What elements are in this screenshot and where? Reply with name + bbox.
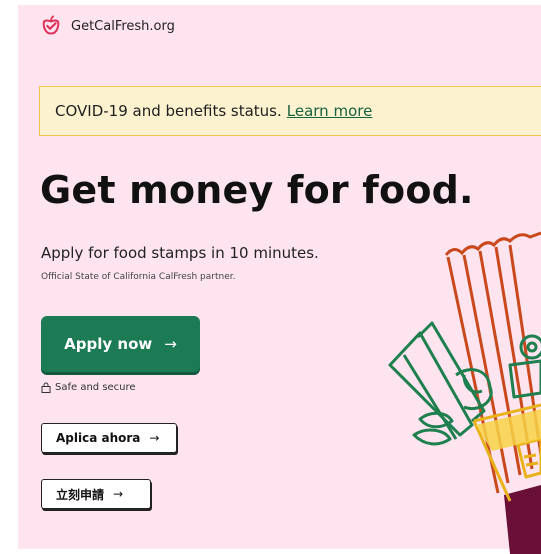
arrow-right-icon: → [113, 487, 124, 501]
apply-now-label: Apply now [64, 335, 153, 353]
safe-and-secure-note: Safe and secure [41, 382, 136, 393]
partner-note: Official State of California CalFresh pa… [41, 272, 236, 282]
hero-subheadline: Apply for food stamps in 10 minutes. [41, 244, 319, 262]
arrow-right-icon: → [164, 335, 177, 353]
notice-text: COVID-19 and benefits status. [55, 102, 282, 120]
page-title: Get money for food. [40, 168, 474, 212]
covid-notice-banner: COVID-19 and benefits status. Learn more [39, 86, 541, 136]
learn-more-link[interactable]: Learn more [287, 102, 373, 120]
apply-spanish-button[interactable]: Aplica ahora → [41, 423, 177, 453]
apply-spanish-label: Aplica ahora [56, 431, 141, 445]
apply-now-button[interactable]: Apply now → [41, 316, 200, 372]
site-name: GetCalFresh.org [71, 18, 175, 34]
arrow-right-icon: → [149, 431, 160, 445]
apply-chinese-button[interactable]: 立刻申請 → [41, 479, 151, 509]
apply-chinese-label: 立刻申請 [56, 487, 105, 502]
lock-icon [41, 382, 51, 393]
secure-label: Safe and secure [55, 382, 136, 393]
apple-check-icon [42, 15, 60, 35]
site-logo[interactable]: GetCalFresh.org [40, 15, 175, 37]
grocery-bag-illustration [388, 231, 541, 554]
